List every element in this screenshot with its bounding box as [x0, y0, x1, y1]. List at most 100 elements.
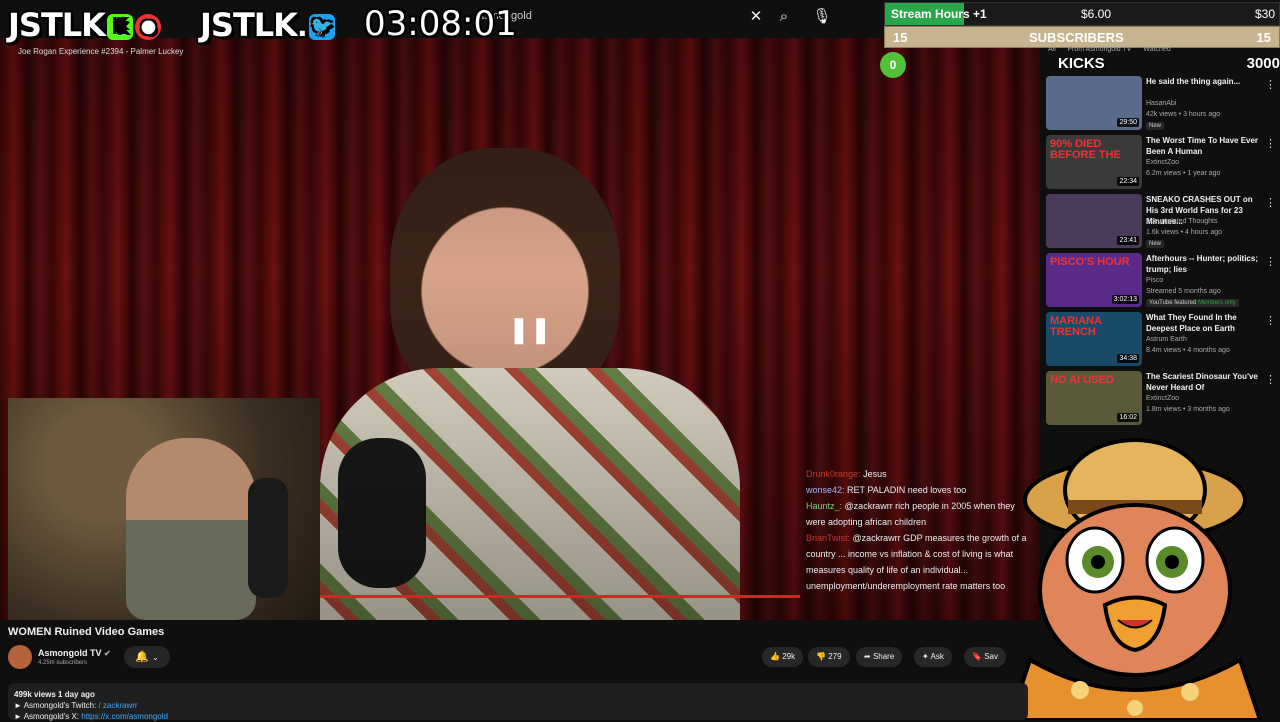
channel-name[interactable]: Asmongold TV ✔	[38, 648, 111, 658]
logo-text: JSTLK	[8, 6, 106, 44]
recommended-title[interactable]: The Worst Time To Have Ever Been A Human	[1146, 135, 1264, 157]
thumbnail-text: 90% DIED BEFORE THE	[1050, 138, 1121, 161]
chat-message: BrianTwist: @zackrawrr GDP measures the …	[800, 530, 1032, 594]
video-title: WOMEN Ruined Video Games	[8, 626, 165, 638]
chat-text: Jesus	[863, 469, 887, 479]
chat-overlay: Drunk0range: Jesus wonse42: RET PALADIN n…	[800, 466, 1032, 594]
chat-username[interactable]: wonse42:	[806, 485, 845, 495]
search-icon[interactable]: ⌕	[772, 6, 796, 28]
more-options-icon[interactable]: ⋮	[1265, 314, 1276, 327]
close-icon[interactable]: ✕	[744, 6, 768, 28]
webcam-microphone	[248, 478, 288, 598]
recommended-video[interactable]: NO AI USED 16:02 The Scariest Dinosaur You…	[1046, 371, 1280, 427]
microphone-icon[interactable]: 🎙	[810, 6, 834, 28]
stream-hours-right-value: $30	[1254, 7, 1275, 21]
chat-message: Drunk0range: Jesus	[800, 466, 1032, 482]
more-options-icon[interactable]: ⋮	[1265, 137, 1276, 150]
ask-button[interactable]: ✦ Ask	[914, 647, 952, 667]
chevron-down-icon: ⌄	[152, 653, 159, 662]
video-description[interactable]: 499k views 1 day ago ► Asmongold's Twitc…	[8, 683, 1028, 721]
recommended-channel[interactable]: Pisco	[1146, 277, 1163, 284]
stream-hours-bar: Stream Hours +1 $6.00 $30	[884, 2, 1280, 26]
twitch-link[interactable]: / zackrawrr	[98, 701, 137, 710]
episode-caption: Joe Rogan Experience #2394 - Palmer Luck…	[18, 47, 184, 56]
stream-timer: 03:08:01	[364, 4, 517, 44]
share-button[interactable]: ➦ Share	[856, 647, 903, 667]
recommended-channel[interactable]: Astrum Earth	[1146, 336, 1187, 343]
record-icon: ●	[134, 14, 161, 40]
subscribers-left: 15	[893, 30, 908, 45]
video-thumbnail[interactable]: MARIANA TRENCH 34:38	[1046, 312, 1142, 366]
recommended-video[interactable]: MARIANA TRENCH 34:38 What They Found In th…	[1046, 312, 1280, 368]
video-duration: 34:38	[1117, 354, 1139, 363]
avatar[interactable]	[8, 645, 32, 669]
video-thumbnail[interactable]: 23:41	[1046, 194, 1142, 248]
more-options-icon[interactable]: ⋮	[1265, 196, 1276, 209]
recommended-badge: New	[1146, 240, 1165, 248]
recommended-meta: 8.4m views • 4 months ago	[1146, 347, 1230, 354]
logo-text: JSTLK	[200, 6, 298, 44]
recommended-title[interactable]: Afterhours -- Hunter; politics; trump; l…	[1146, 253, 1264, 275]
dislike-button[interactable]: 👎 279	[808, 647, 850, 667]
chat-text: RET PALADIN need loves too	[847, 485, 967, 495]
sparkle-icon: ✦	[922, 652, 929, 661]
recommended-meta: 6.2m views • 1 year ago	[1146, 170, 1221, 177]
streamer-webcam	[8, 398, 320, 620]
pause-icon[interactable]: ❚❚	[508, 314, 552, 344]
video-views: 499k views 1 day ago	[14, 690, 95, 699]
recommended-channel[interactable]: ExtinctZoo	[1146, 395, 1179, 402]
video-progress-bar[interactable]	[320, 595, 800, 598]
recommended-meta: 1.6k views • 4 hours ago	[1146, 229, 1222, 236]
save-button[interactable]: 🔖 Sav	[964, 647, 1006, 667]
share-icon: ➦	[864, 652, 871, 661]
chat-username[interactable]: BrianTwist:	[806, 533, 850, 543]
logo-jstlk-kick: JSTLK K ●	[8, 6, 161, 44]
video-duration: 3:02:13	[1111, 295, 1139, 304]
video-duration: 22:34	[1117, 177, 1139, 186]
recommended-video[interactable]: PISCO'S HOUR 3:02:13 Afterhours -- Hunter;…	[1046, 253, 1280, 309]
verified-icon: ✔	[104, 649, 111, 658]
bell-icon: 🔔	[135, 651, 149, 663]
chat-username[interactable]: Drunk0range:	[806, 469, 861, 479]
chat-username[interactable]: Hauntz_:	[806, 501, 842, 511]
thumbnail-text: PISCO'S HOUR	[1050, 256, 1130, 268]
logo-jstlk-twitter: JSTLK. 🐦	[200, 6, 335, 44]
members-only-badge: Members only	[1197, 300, 1236, 306]
video-duration: 16:02	[1117, 413, 1139, 422]
video-thumbnail[interactable]: 90% DIED BEFORE THE 22:34	[1046, 135, 1142, 189]
kicks-bar: 0 KICKS 3000	[880, 52, 1280, 78]
more-options-icon[interactable]: ⋮	[1265, 373, 1276, 386]
recommended-title[interactable]: What They Found In the Deepest Place on …	[1146, 312, 1264, 334]
more-options-icon[interactable]: ⋮	[1265, 78, 1276, 91]
kicks-current: 0	[880, 52, 906, 78]
twitter-icon: 🐦	[308, 14, 335, 40]
video-thumbnail[interactable]: 29:50	[1046, 76, 1142, 130]
recommended-title[interactable]: He said the thing again...	[1146, 76, 1264, 87]
video-duration: 23:41	[1117, 236, 1139, 245]
webcam-streamer	[126, 438, 256, 620]
recommended-badge: New	[1146, 122, 1165, 130]
recommended-video[interactable]: 90% DIED BEFORE THE 22:34 The Worst Time T…	[1046, 135, 1280, 191]
recommended-video[interactable]: 29:50 He said the thing again... HasanAbi 4…	[1046, 76, 1280, 132]
notification-bell-button[interactable]: 🔔 ⌄	[124, 646, 170, 668]
more-options-icon[interactable]: ⋮	[1265, 255, 1276, 268]
subscribers-bar: 15 SUBSCRIBERS 15	[884, 26, 1280, 48]
recommended-meta: 42k views • 3 hours ago	[1146, 111, 1221, 118]
recommended-channel[interactable]: ExtinctZoo	[1146, 159, 1179, 166]
recommended-title[interactable]: The Scariest Dinosaur You've Never Heard…	[1146, 371, 1264, 393]
stream-hours-label: Stream Hours +1	[891, 7, 987, 21]
chat-message: wonse42: RET PALADIN need loves too	[800, 482, 1032, 498]
recommended-video[interactable]: 23:41 SNEAKO CRASHES OUT on His 3rd World…	[1046, 194, 1280, 250]
chat-message: Hauntz_: @zackrawrr rich people in 2005 …	[800, 498, 1032, 530]
subscribers-right: 15	[1256, 30, 1271, 45]
kicks-label: KICKS	[1058, 55, 1105, 72]
like-button[interactable]: 👍 29k	[762, 647, 804, 667]
kick-icon: K	[106, 14, 133, 40]
video-thumbnail[interactable]: NO AI USED 16:02	[1046, 371, 1142, 425]
video-thumbnail[interactable]: PISCO'S HOUR 3:02:13	[1046, 253, 1142, 307]
recommended-channel[interactable]: Accumulated Thoughts	[1146, 218, 1217, 225]
channel-subscribers: 4.25m subscribers	[38, 660, 88, 666]
thumbnail-text: MARIANA TRENCH	[1050, 315, 1102, 338]
recommended-channel[interactable]: HasanAbi	[1146, 100, 1176, 107]
recommended-meta: 1.8m views • 3 months ago	[1146, 406, 1230, 413]
